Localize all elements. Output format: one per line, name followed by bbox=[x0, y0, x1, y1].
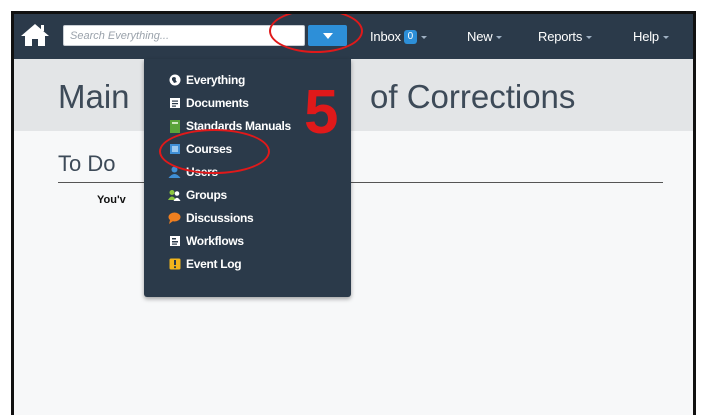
nav-inbox-label: Inbox bbox=[370, 29, 401, 44]
chevron-down-icon bbox=[420, 36, 427, 39]
event-log-icon bbox=[168, 258, 181, 271]
menu-item-label: Documents bbox=[186, 96, 249, 110]
menu-item-label: Event Log bbox=[186, 257, 242, 271]
nav-reports[interactable]: Reports bbox=[538, 14, 593, 59]
globe-icon bbox=[168, 74, 181, 87]
nav-help[interactable]: Help bbox=[633, 14, 669, 59]
discussion-icon bbox=[168, 212, 181, 225]
inbox-count-badge: 0 bbox=[403, 29, 417, 44]
chevron-down-icon bbox=[586, 36, 593, 39]
nav-new[interactable]: New bbox=[467, 14, 503, 59]
group-icon bbox=[168, 189, 181, 202]
nav-new-label: New bbox=[467, 29, 493, 44]
highlight-ellipse-courses bbox=[159, 129, 270, 174]
menu-item-groups[interactable]: Groups bbox=[168, 184, 227, 206]
menu-item-label: Discussions bbox=[186, 211, 254, 225]
nav-reports-label: Reports bbox=[538, 29, 583, 44]
menu-item-documents[interactable]: Documents bbox=[168, 92, 249, 114]
menu-item-label: Everything bbox=[186, 73, 246, 87]
menu-item-everything[interactable]: Everything bbox=[168, 69, 245, 91]
workflow-icon bbox=[168, 235, 181, 248]
highlight-ellipse-dropdown bbox=[269, 14, 363, 53]
home-icon bbox=[20, 22, 52, 48]
home-button[interactable] bbox=[20, 22, 52, 50]
menu-item-event-log[interactable]: Event Log bbox=[168, 253, 242, 275]
manual-icon bbox=[168, 119, 181, 133]
nav-inbox[interactable]: Inbox 0 bbox=[370, 14, 427, 59]
nav-help-label: Help bbox=[633, 29, 659, 44]
menu-item-workflows[interactable]: Workflows bbox=[168, 230, 244, 252]
page-title-continued: of Corrections bbox=[370, 78, 576, 115]
app-frame: Inbox 0 New Reports Help Main of Correct… bbox=[11, 11, 696, 415]
chevron-down-icon bbox=[496, 36, 503, 39]
chevron-down-icon bbox=[662, 36, 669, 39]
step-number-annotation: 5 bbox=[304, 78, 339, 147]
todo-message: You'v bbox=[97, 194, 126, 206]
todo-heading: To Do bbox=[58, 151, 116, 176]
menu-item-label: Groups bbox=[186, 188, 227, 202]
menu-item-discussions[interactable]: Discussions bbox=[168, 207, 254, 229]
page-title: Main bbox=[58, 78, 130, 115]
menu-item-label: Workflows bbox=[186, 234, 244, 248]
document-icon bbox=[168, 97, 181, 110]
